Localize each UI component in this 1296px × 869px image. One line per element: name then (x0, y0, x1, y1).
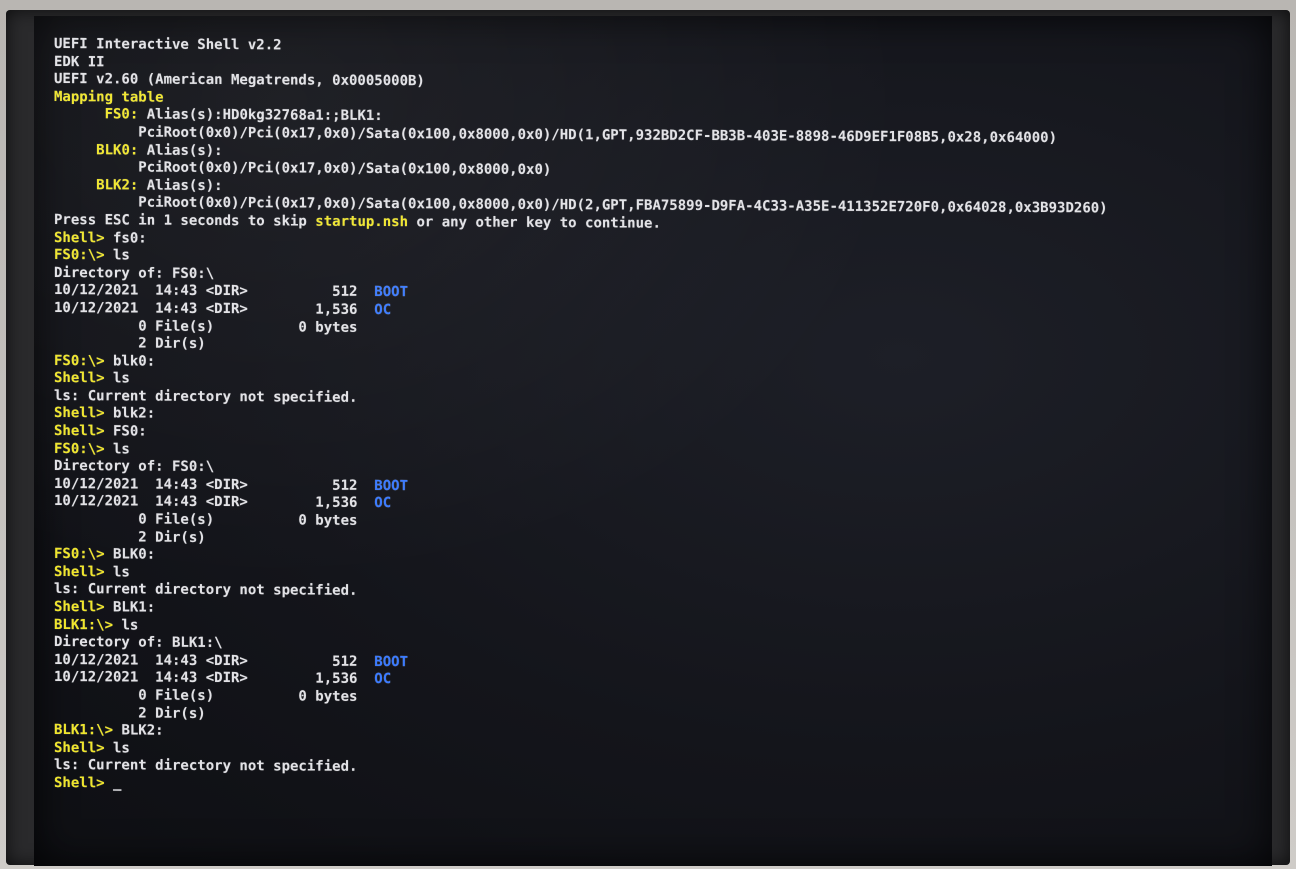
shell-prompt: BLK0: (96, 141, 139, 159)
terminal-screen[interactable]: UEFI Interactive Shell v2.2 EDK II UEFI v2… (34, 16, 1272, 866)
output-text: blk2: (104, 405, 156, 423)
directory-name: BOOT (374, 653, 409, 670)
output-text: 2 Dir(s) (54, 528, 206, 546)
output-text: ls (104, 370, 130, 387)
shell-prompt: Shell> (54, 599, 105, 616)
shell-prompt: FS0: (104, 106, 139, 123)
shell-prompt: FS0:\> (54, 247, 105, 264)
shell-prompt: BLK1:\> (54, 722, 114, 739)
output-text: EDK II (54, 53, 105, 70)
output-text: 0 File(s) 0 bytes (54, 511, 358, 529)
shell-prompt: FS0:\> (54, 546, 105, 563)
output-text: 10/12/2021 14:43 <DIR> 512 (54, 475, 375, 494)
output-text: ls (113, 616, 139, 634)
output-text: Directory of: FS0:\ (54, 458, 215, 476)
output-text: ls: Current directory not specified. (54, 581, 358, 600)
output-text: 0 File(s) 0 bytes (54, 317, 358, 336)
output-text: ls (104, 247, 130, 264)
shell-prompt: BLK1:\> (54, 616, 114, 633)
output-text: BLK1: (104, 599, 156, 616)
output-text: 2 Dir(s) (54, 704, 206, 722)
output-text: ls (104, 440, 130, 458)
output-text: ls: Current directory not specified. (54, 387, 358, 406)
shell-prompt: FS0:\> (54, 440, 105, 457)
output-text: 10/12/2021 14:43 <DIR> 1,536 (54, 669, 375, 688)
output-text: Directory of: FS0:\ (54, 264, 215, 282)
directory-name: OC (374, 671, 392, 688)
output-text: 10/12/2021 14:43 <DIR> 1,536 (54, 493, 375, 512)
output-text: Alias(s): (138, 177, 223, 194)
shell-prompt: Shell> (54, 563, 105, 581)
directory-name: BOOT (374, 284, 409, 301)
output-text: BLK2: (113, 722, 164, 739)
shell-prompt: Shell> (54, 405, 105, 422)
output-text: PciRoot(0x0)/Pci(0x17,0x0)/Sata(0x100,0x… (138, 159, 552, 179)
photo-background: UEFI Interactive Shell v2.2 EDK II UEFI v2… (0, 0, 1296, 869)
output-text: ls (104, 564, 130, 581)
output-text: Alias(s):HD0kg32768a1:;BLK1: (138, 106, 383, 125)
shell-prompt: BLK2: (96, 177, 139, 194)
output-text: Alias(s): (138, 142, 223, 159)
shell-prompt: startup.nsh (315, 213, 409, 231)
output-text: 10/12/2021 14:43 <DIR> 512 (54, 282, 375, 301)
output-text: 2 Dir(s) (54, 335, 206, 353)
directory-name: OC (374, 495, 392, 512)
output-text: blk0: (104, 352, 156, 370)
shell-prompt: FS0:\> (54, 352, 105, 369)
shell-prompt: Shell> (54, 774, 105, 792)
output-text: 10/12/2021 14:43 <DIR> 512 (54, 651, 375, 670)
output-text: _ (104, 775, 122, 792)
output-text: Press ESC in 1 seconds to skip (54, 211, 316, 230)
directory-name: OC (374, 301, 392, 318)
output-text: ls: Current directory not specified. (54, 757, 358, 776)
output-text: or any other key to continue. (408, 214, 661, 232)
shell-output: UEFI Interactive Shell v2.2 EDK II UEFI v2… (54, 36, 1264, 800)
shell-prompt: Mapping table (54, 88, 164, 106)
output-text: Directory of: BLK1:\ (54, 634, 223, 652)
output-text: ls (104, 740, 130, 757)
output-text: BLK0: (104, 546, 156, 563)
output-text: fs0: (104, 229, 147, 247)
shell-prompt: Shell> (54, 739, 105, 757)
shell-prompt: Shell> (54, 370, 105, 387)
output-text: UEFI Interactive Shell v2.2 (54, 36, 282, 54)
output-text: 10/12/2021 14:43 <DIR> 1,536 (54, 299, 375, 318)
shell-prompt: Shell> (54, 423, 105, 440)
output-text: UEFI v2.60 (American Megatrends, 0x00050… (54, 71, 425, 90)
output-text: FS0: (104, 423, 147, 440)
output-text: 0 File(s) 0 bytes (54, 686, 358, 705)
shell-prompt: Shell> (54, 229, 105, 246)
directory-name: BOOT (374, 477, 409, 495)
